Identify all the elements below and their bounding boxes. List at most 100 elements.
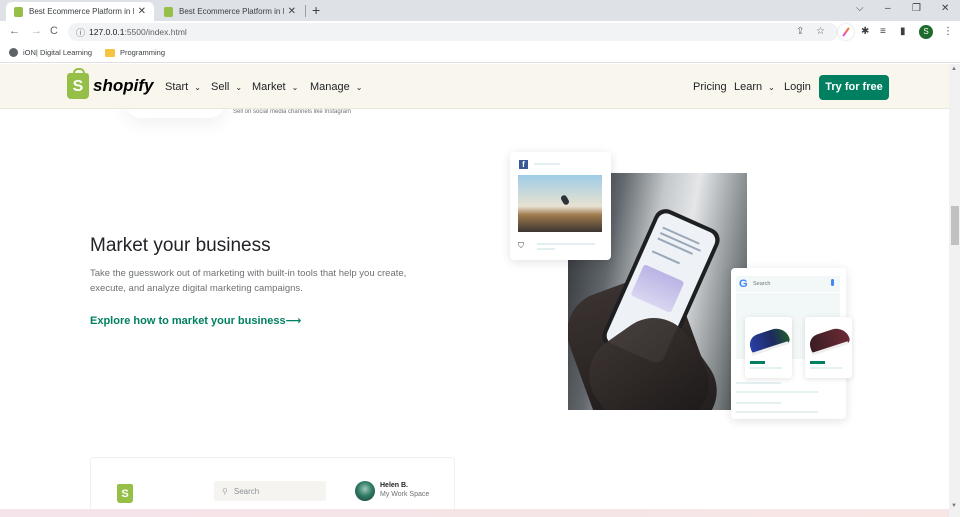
facebook-post-card: f ⛉ bbox=[510, 152, 611, 260]
nav-label: Pricing bbox=[693, 81, 727, 93]
nav-label: Manage bbox=[310, 81, 350, 93]
placeholder-line bbox=[736, 402, 781, 404]
page-viewport: S shopify Start ⌄ Sell ⌄ Market ⌄ Manage… bbox=[0, 64, 949, 517]
google-search-bar bbox=[736, 276, 840, 292]
share-icon[interactable]: ⇪ bbox=[796, 26, 804, 37]
forward-icon[interactable]: → bbox=[31, 25, 42, 37]
site-info-icon[interactable]: ⓘ bbox=[76, 26, 85, 39]
user-name: Helen B. bbox=[380, 482, 409, 489]
try-for-free-button[interactable]: Try for free bbox=[819, 75, 889, 100]
section-title: Market your business bbox=[90, 235, 271, 256]
bookmark-ion[interactable]: iON| Digital Learning bbox=[9, 48, 92, 57]
product-card-blue-shoe bbox=[745, 317, 792, 378]
bookmark-programming[interactable]: Programming bbox=[105, 48, 165, 57]
jumping-person-image bbox=[518, 175, 602, 232]
explore-market-link[interactable]: Explore how to market your business⟶ bbox=[90, 314, 301, 327]
nav-pricing[interactable]: Pricing bbox=[693, 81, 727, 93]
next-section-background bbox=[0, 509, 949, 517]
chevron-down-icon: ⌄ bbox=[355, 82, 363, 92]
restore-button[interactable]: ❐ bbox=[912, 3, 921, 14]
reload-icon[interactable]: C bbox=[50, 25, 58, 37]
placeholder-line bbox=[537, 248, 555, 250]
shopping-bag-icon: ⛉ bbox=[518, 241, 524, 250]
bookmark-label: Programming bbox=[120, 48, 166, 57]
shopify-favicon-icon bbox=[14, 6, 23, 17]
placeholder-line bbox=[736, 382, 781, 384]
chevron-down-icon: ⌄ bbox=[235, 82, 243, 92]
logo-wordmark: shopify bbox=[93, 76, 154, 95]
color-picker-extension-icon[interactable] bbox=[838, 24, 854, 40]
browser-tab[interactable]: Best Ecommerce Platform in Indi ✕ bbox=[156, 2, 304, 21]
new-tab-button[interactable]: + bbox=[312, 2, 320, 18]
runner-figure bbox=[559, 194, 571, 206]
placeholder-line bbox=[534, 163, 560, 165]
product-card-maroon-shoe bbox=[805, 317, 852, 378]
browser-tab-strip: Best Ecommerce Platform in Indi ✕ Best E… bbox=[0, 0, 960, 21]
facebook-icon: f bbox=[519, 160, 528, 169]
side-panel-icon[interactable]: ▮ bbox=[900, 26, 906, 37]
nav-manage[interactable]: Manage ⌄ bbox=[310, 81, 362, 93]
minimize-button[interactable]: – bbox=[885, 3, 891, 14]
browser-menu-icon[interactable]: ⋮ bbox=[943, 26, 953, 37]
browser-tab-active[interactable]: Best Ecommerce Platform in Indi ✕ bbox=[6, 2, 154, 21]
extensions-icon[interactable]: ✱ bbox=[861, 26, 869, 37]
nav-label: Start bbox=[165, 81, 189, 93]
google-shopping-card: G Search bbox=[731, 268, 852, 419]
close-tab-icon[interactable]: ✕ bbox=[288, 6, 296, 17]
placeholder-line bbox=[537, 243, 595, 245]
placeholder-line bbox=[736, 391, 818, 393]
bookmark-label: iON| Digital Learning bbox=[23, 48, 93, 57]
address-bar[interactable]: ⓘ 127.0.0.1:5500/index.html ⇪ ☆ bbox=[68, 23, 838, 41]
url-text[interactable]: 127.0.0.1:5500/index.html bbox=[89, 27, 187, 37]
close-window-button[interactable]: ✕ bbox=[941, 3, 949, 14]
page-scrollbar[interactable]: ▲ ▼ bbox=[949, 64, 960, 517]
scrollbar-thumb[interactable] bbox=[951, 206, 959, 245]
price-bar bbox=[810, 361, 825, 364]
search-icon: ⚲ bbox=[222, 486, 228, 496]
nav-login[interactable]: Login bbox=[784, 81, 811, 93]
nav-label: Login bbox=[784, 81, 811, 93]
screen-line bbox=[651, 250, 681, 265]
globe-icon bbox=[9, 48, 18, 57]
nav-start[interactable]: Start ⌄ bbox=[165, 81, 201, 93]
tab-title: Best Ecommerce Platform in Indi bbox=[29, 7, 134, 16]
shopify-bag-icon: S bbox=[117, 484, 133, 503]
scroll-down-icon[interactable]: ▼ bbox=[951, 503, 957, 509]
chevron-down-icon: ⌄ bbox=[194, 82, 201, 92]
shopify-bag-icon: S bbox=[67, 68, 89, 99]
admin-preview-card: S ⚲ Search Helen B. My Work Space bbox=[90, 457, 455, 517]
google-icon: G bbox=[739, 278, 748, 290]
nav-sell[interactable]: Sell ⌄ bbox=[211, 81, 242, 93]
chevron-down-icon: ⌄ bbox=[768, 82, 775, 92]
back-icon[interactable]: ← bbox=[9, 25, 20, 37]
profile-avatar[interactable]: S bbox=[919, 25, 933, 39]
close-tab-icon[interactable]: ✕ bbox=[138, 6, 146, 17]
tab-search-icon[interactable]: ⌵ bbox=[856, 3, 864, 14]
admin-search-input[interactable]: ⚲ Search bbox=[214, 481, 326, 501]
nav-market[interactable]: Market ⌄ bbox=[252, 81, 298, 93]
placeholder-line bbox=[736, 411, 818, 413]
shopify-logo[interactable]: S shopify bbox=[67, 68, 154, 99]
user-avatar[interactable] bbox=[355, 481, 375, 501]
nav-learn[interactable]: Learn ⌄ bbox=[734, 81, 775, 93]
media-control-icon[interactable]: ≡ bbox=[880, 26, 886, 37]
folder-icon bbox=[105, 48, 115, 57]
site-header: S shopify Start ⌄ Sell ⌄ Market ⌄ Manage… bbox=[0, 64, 949, 109]
browser-toolbar: ← → C ⓘ 127.0.0.1:5500/index.html ⇪ ☆ ✱ … bbox=[0, 21, 960, 43]
tab-title: Best Ecommerce Platform in Indi bbox=[179, 7, 284, 16]
bookmark-star-icon[interactable]: ☆ bbox=[816, 26, 825, 37]
chevron-down-icon: ⌄ bbox=[291, 82, 299, 92]
microphone-icon bbox=[831, 279, 834, 286]
placeholder-line bbox=[810, 367, 842, 369]
shopify-favicon-icon bbox=[164, 6, 173, 17]
arrow-right-icon: ⟶ bbox=[285, 315, 302, 327]
bookmarks-bar: iON| Digital Learning Programming bbox=[0, 43, 960, 63]
scroll-up-icon[interactable]: ▲ bbox=[951, 66, 957, 72]
nav-label: Learn bbox=[734, 81, 763, 93]
workspace-name: My Work Space bbox=[380, 491, 430, 498]
google-search-placeholder: Search bbox=[753, 281, 771, 287]
nav-label: Sell bbox=[211, 81, 230, 93]
screen-post-image bbox=[630, 264, 685, 314]
link-label: Explore how to market your business bbox=[90, 315, 286, 327]
previous-section-caption: Sell on social media channels like Insta… bbox=[233, 109, 352, 115]
